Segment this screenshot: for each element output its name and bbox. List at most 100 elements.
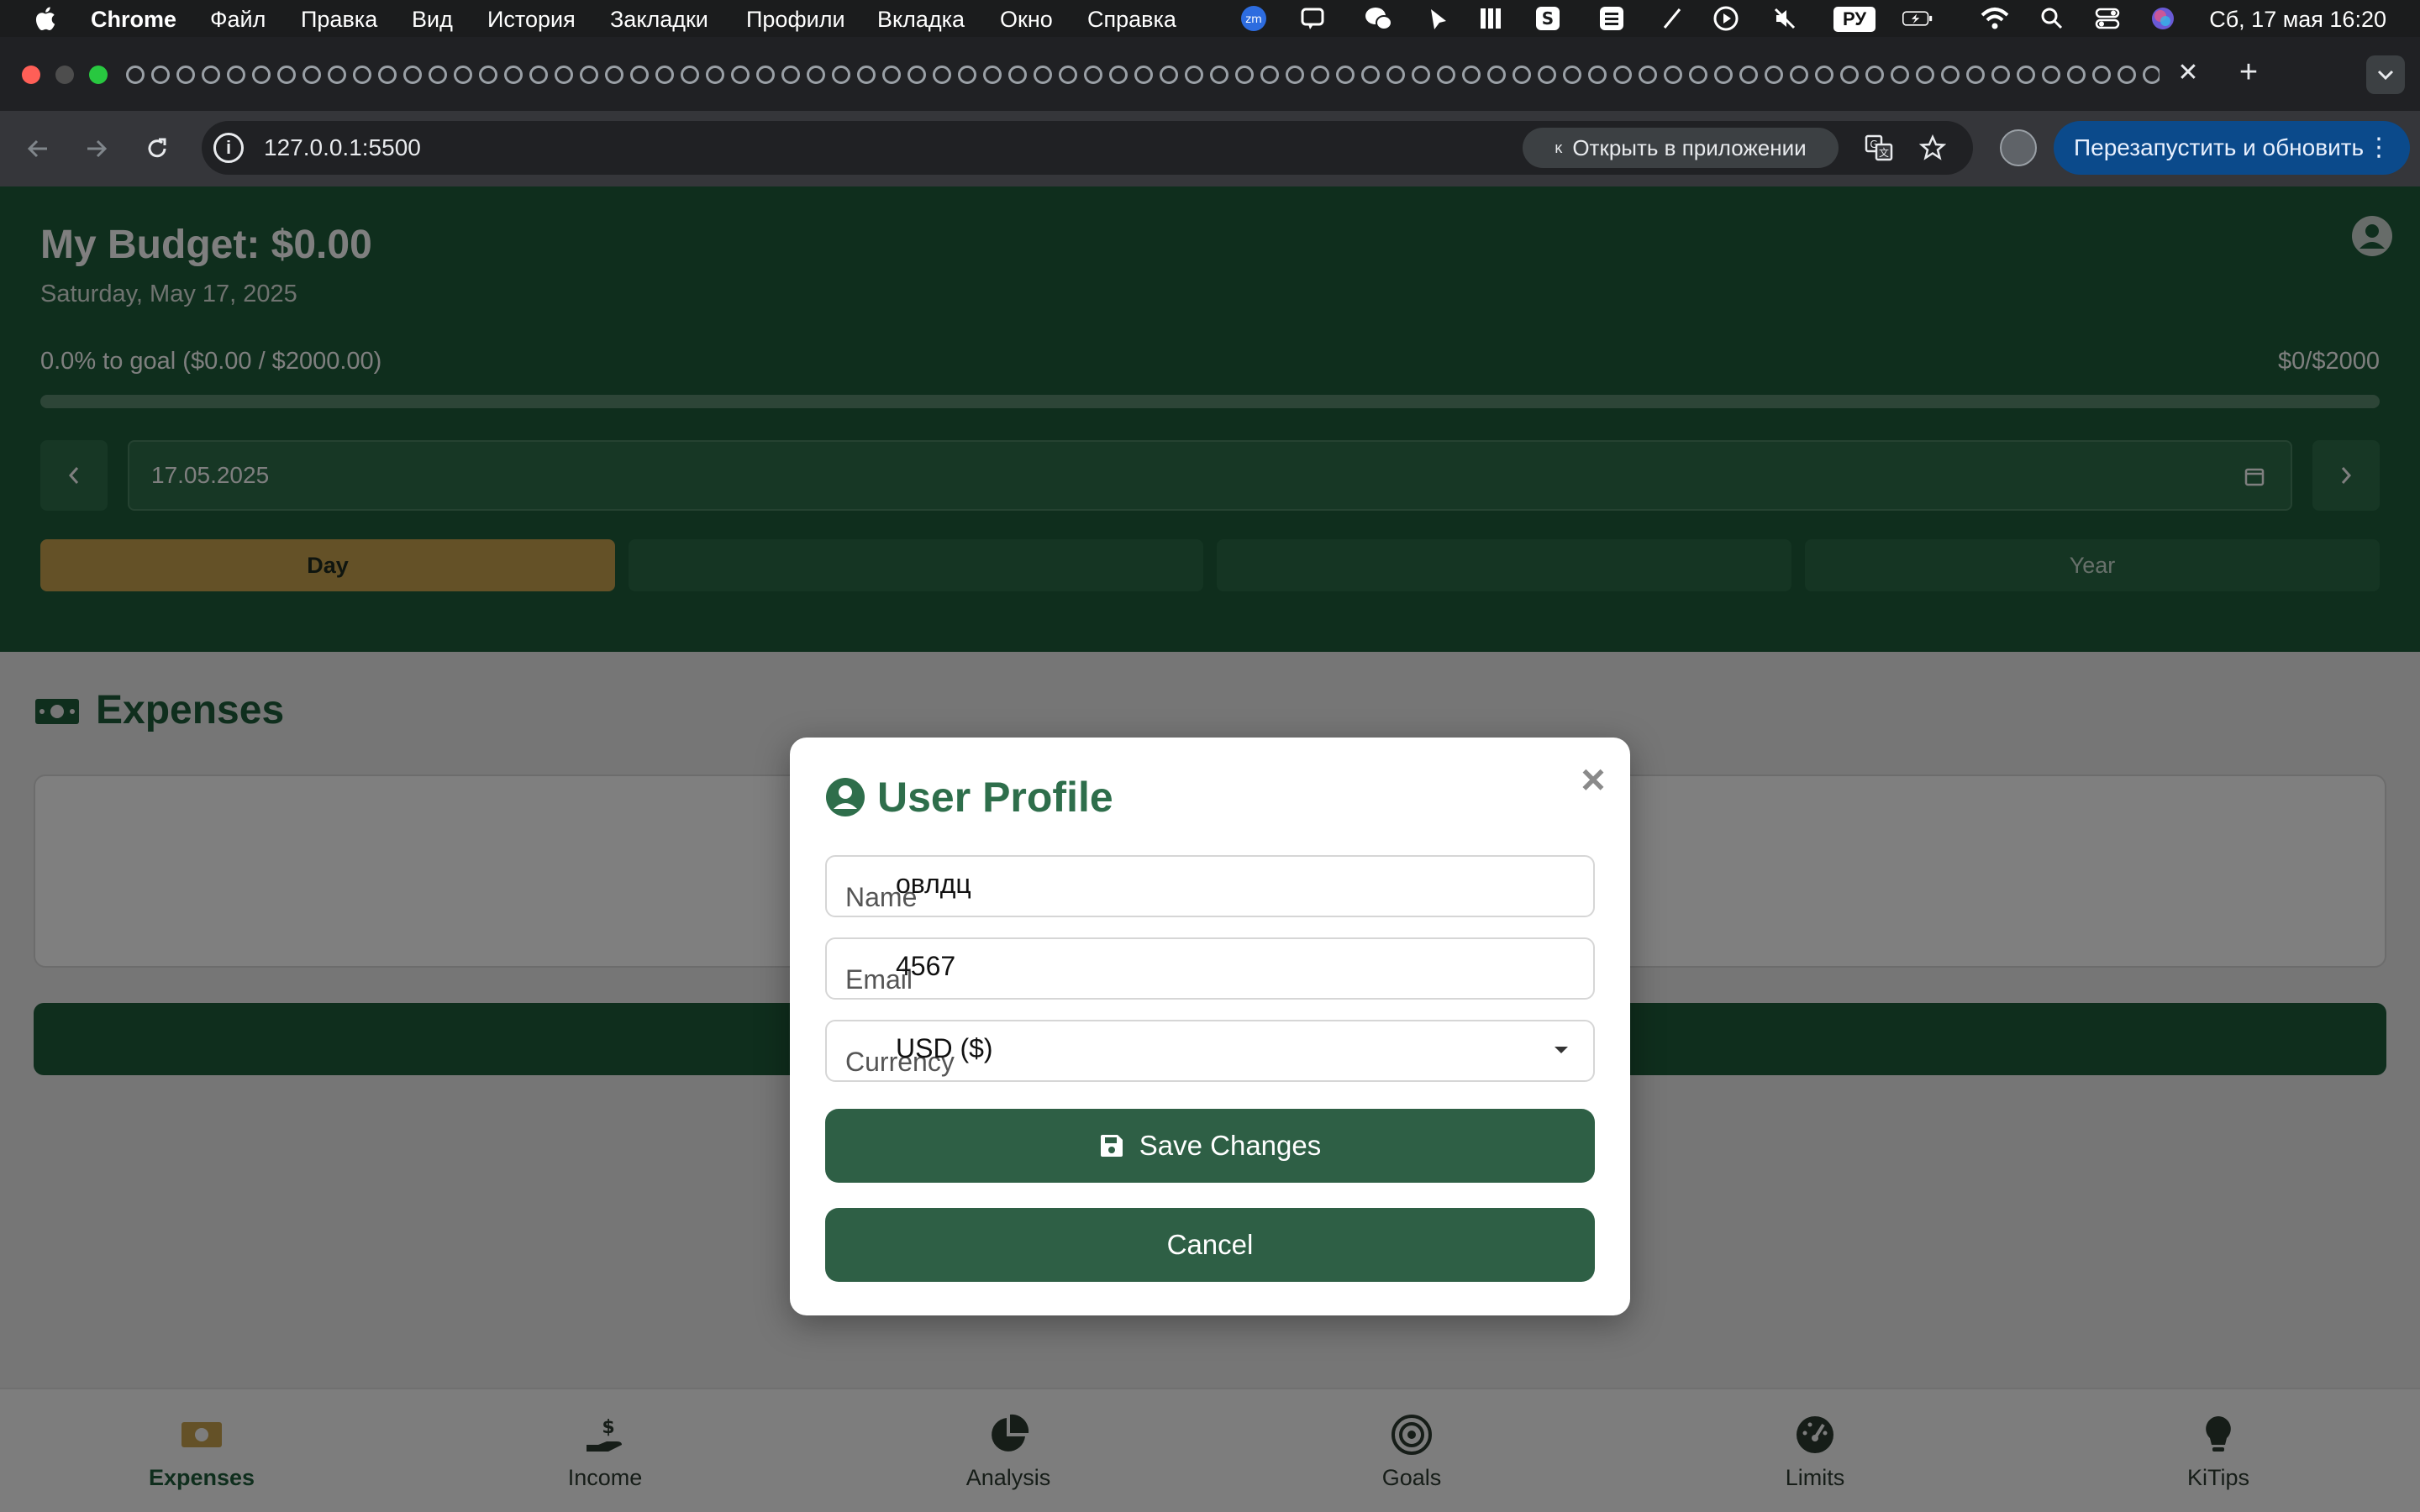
tab-favicon-icon[interactable] — [731, 66, 750, 84]
tab-favicon-icon[interactable] — [605, 66, 623, 84]
wechat-icon[interactable] — [1363, 5, 1393, 32]
tab-favicon-icon[interactable] — [1714, 66, 1733, 84]
tab-favicon-icon[interactable] — [1613, 66, 1632, 84]
relaunch-update-button[interactable]: Перезапустить и обновить ⋮ — [2054, 121, 2410, 175]
tab-favicon-icon[interactable] — [1286, 66, 1304, 84]
menu-app-name[interactable]: Chrome — [91, 7, 176, 33]
tab-favicon-icon[interactable] — [252, 66, 271, 84]
name-field[interactable]: Name овлдц — [825, 855, 1595, 917]
menu-help[interactable]: Справка — [1087, 7, 1176, 33]
tab-favicon-icon[interactable] — [529, 66, 548, 84]
tab-favicon-icon[interactable] — [958, 66, 976, 84]
tab-favicon-icon[interactable] — [277, 66, 296, 84]
tab-favicon-icon[interactable] — [1588, 66, 1607, 84]
tab-favicon-icon[interactable] — [1840, 66, 1859, 84]
control-center-icon[interactable] — [2092, 5, 2123, 32]
tab-favicon-icon[interactable] — [2042, 66, 2060, 84]
tab-favicon-icon[interactable] — [1487, 66, 1506, 84]
tab-favicon-icon[interactable] — [328, 66, 346, 84]
pin-icon[interactable] — [1422, 5, 1452, 32]
tab-favicon-icon[interactable] — [1639, 66, 1657, 84]
tab-favicon-icon[interactable] — [1765, 66, 1783, 84]
tab-favicon-icon[interactable] — [706, 66, 724, 84]
tab-favicon-icon[interactable] — [1134, 66, 1153, 84]
tab-favicon-icon[interactable] — [781, 66, 800, 84]
tab-favicon-icon[interactable] — [1538, 66, 1556, 84]
tab-favicon-icon[interactable] — [1916, 66, 1934, 84]
tab-favicon-icon[interactable] — [202, 66, 220, 84]
tab-favicon-icon[interactable] — [378, 66, 397, 84]
tab-favicon-icon[interactable] — [353, 66, 371, 84]
menu-file[interactable]: Файл — [210, 7, 266, 33]
tab-favicon-icon[interactable] — [857, 66, 876, 84]
tab-favicon-icon[interactable] — [1512, 66, 1531, 84]
menu-view[interactable]: Вид — [412, 7, 453, 33]
tab-favicon-icon[interactable] — [151, 66, 170, 84]
tab-favicon-icon[interactable] — [1991, 66, 2010, 84]
modal-close-icon[interactable]: × — [1575, 759, 1612, 801]
menu-history[interactable]: История — [487, 7, 576, 33]
play-icon[interactable] — [1711, 5, 1741, 32]
tab-favicon-icon[interactable] — [1739, 66, 1758, 84]
tab-favicon-icon[interactable] — [1966, 66, 1985, 84]
menu-tab[interactable]: Вкладка — [877, 7, 965, 33]
apple-logo-icon[interactable] — [32, 5, 57, 32]
back-arrow-icon[interactable] — [18, 129, 57, 168]
tab-favicon-icon[interactable] — [1941, 66, 1960, 84]
tab-favicon-icon[interactable] — [1361, 66, 1380, 84]
tab-favicon-icon[interactable] — [1412, 66, 1430, 84]
tab-favicon-icon[interactable] — [1210, 66, 1228, 84]
new-tab-icon[interactable]: + — [2232, 55, 2265, 90]
spotlight-search-icon[interactable] — [2037, 5, 2067, 32]
menu-profiles[interactable]: Профили — [746, 7, 845, 33]
open-in-app-button[interactable]: ĸ Открыть в приложении — [1523, 128, 1839, 168]
email-field[interactable]: Email 4567 — [825, 937, 1595, 1000]
tab-favicon-icon[interactable] — [908, 66, 926, 84]
siri-icon[interactable] — [2148, 5, 2178, 32]
tab-favicon-icon[interactable] — [882, 66, 901, 84]
tab-favicon-icon[interactable] — [302, 66, 321, 84]
tab-favicon-icon[interactable] — [807, 66, 825, 84]
tab-favicon-icon[interactable] — [1185, 66, 1203, 84]
tab-favicon-icon[interactable] — [580, 66, 598, 84]
tab-favicon-icon[interactable] — [227, 66, 245, 84]
s-icon[interactable]: S — [1533, 5, 1563, 32]
bars-icon[interactable] — [1476, 5, 1506, 32]
tab-favicon-icon[interactable] — [1034, 66, 1052, 84]
keyboard-layout-indicator[interactable]: РУ — [1833, 7, 1876, 32]
tab-favicon-icon[interactable] — [555, 66, 573, 84]
tab-favicon-icon[interactable] — [1664, 66, 1682, 84]
tab-favicon-icon[interactable] — [1689, 66, 1707, 84]
forward-arrow-icon[interactable] — [77, 129, 116, 168]
wifi-icon[interactable] — [1980, 5, 2010, 32]
email-value[interactable]: 4567 — [896, 951, 955, 982]
browser-profile-avatar[interactable] — [2000, 129, 2037, 166]
slash-icon[interactable] — [1657, 5, 1687, 32]
tab-favicon-icon[interactable] — [1790, 66, 1808, 84]
tab-favicon-icon[interactable] — [126, 66, 145, 84]
tab-favicon-icon[interactable] — [2067, 66, 2086, 84]
cancel-button[interactable]: Cancel — [825, 1208, 1595, 1282]
tab-favicon-icon[interactable] — [1311, 66, 1329, 84]
tab-favicon-icon[interactable] — [2017, 66, 2035, 84]
dropdown-caret-icon[interactable] — [1555, 1047, 1568, 1053]
tab-favicon-icon[interactable] — [176, 66, 195, 84]
chat-icon[interactable] — [1297, 5, 1328, 32]
tab-favicon-icon[interactable] — [681, 66, 699, 84]
tab-favicon-icon[interactable] — [479, 66, 497, 84]
window-minimize-icon[interactable] — [55, 66, 74, 84]
reload-icon[interactable] — [138, 129, 176, 168]
menu-window[interactable]: Окно — [1000, 7, 1053, 33]
list-icon[interactable] — [1597, 5, 1627, 32]
tab-favicon-icon[interactable] — [2118, 66, 2136, 84]
address-url[interactable]: 127.0.0.1:5500 — [264, 134, 421, 161]
tab-favicon-icon[interactable] — [756, 66, 775, 84]
tab-favicon-icon[interactable] — [403, 66, 422, 84]
tab-favicon-icon[interactable] — [1563, 66, 1581, 84]
tab-favicon-icon[interactable] — [1084, 66, 1102, 84]
tab-favicon-icon[interactable] — [504, 66, 523, 84]
tab-favicon-icon[interactable] — [983, 66, 1002, 84]
battery-icon[interactable] — [1902, 5, 1933, 32]
tab-favicon-icon[interactable] — [2092, 66, 2111, 84]
tab-favicon-icon[interactable] — [1059, 66, 1077, 84]
